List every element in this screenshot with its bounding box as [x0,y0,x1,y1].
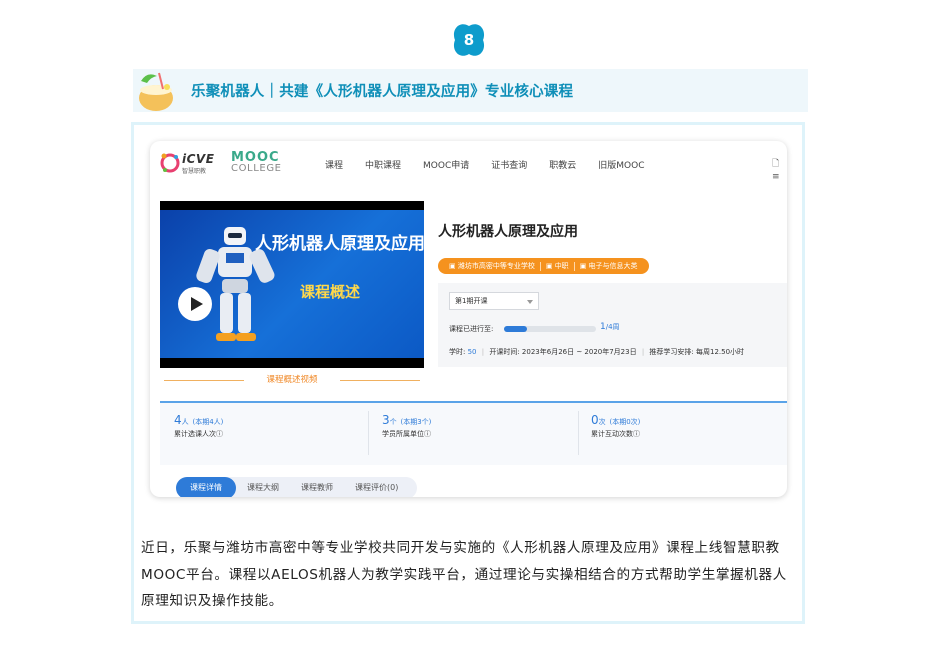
progress-total: /4周 [605,323,620,331]
session-select[interactable]: 第1期开课 [449,292,539,310]
stat-note: (本期0次) [609,418,641,426]
course-meta: 学时: 50 | 开课时间: 2023年6月26日 ~ 2020年7月23日 |… [449,347,744,357]
video-subtitle: 课程概述 [300,283,361,301]
course-video-player[interactable]: 人形机器人原理及应用 课程概述 [160,201,424,368]
course-period: 开课时间: 2023年6月26日 ~ 2020年7月23日 [489,348,637,356]
session-select-value: 第1期开课 [455,297,488,305]
stat-institutions: 3个 (本期3个) 学员所属单位ⓘ [382,413,431,439]
icve-logo-icon [160,153,180,173]
mooc-college-logo: MOOC COLLEGE [231,150,282,174]
icve-logo-text: iCVE [182,152,215,166]
video-bottom-bar [160,358,424,368]
stat-enrollments: 4人 (本期4人) 累计选课人次ⓘ [174,413,223,439]
hours-value: 50 [467,348,477,356]
tag-level-text: 中职 [554,262,569,270]
meta-divider: | [641,348,645,356]
video-caption: 课程概述视频 [160,373,424,387]
nav-item-zhijiaoyun[interactable]: 职教云 [549,158,576,171]
tab-outline[interactable]: 课程大纲 [236,477,290,497]
video-caption-text: 课程概述视频 [266,375,318,385]
nav-item-courses[interactable]: 课程 [325,158,343,171]
nav-item-old-mooc[interactable]: 旧版MOOC [598,158,644,171]
college-logo-text: COLLEGE [231,163,282,174]
stat-desc: 累计互动次数ⓘ [591,430,640,438]
course-tags: ▣ 潍坊市高密中等专业学校 ▣ 中职 ▣ 电子与信息大类 [438,258,649,274]
stat-unit: 个 [389,418,397,426]
stat-count: 0 [591,413,599,427]
stat-desc: 学员所属单位ⓘ [382,430,431,438]
tag-category[interactable]: ▣ 电子与信息大类 [575,261,643,271]
tag-level[interactable]: ▣ 中职 [541,261,574,271]
section-number-badge: 8 [451,22,487,58]
progress-bar [504,326,596,332]
play-icon[interactable] [178,287,212,321]
tab-teachers[interactable]: 课程教师 [290,477,344,497]
course-tabs: 课程详情 课程大纲 课程教师 课程评价(0) [176,477,418,497]
tag-category-text: 电子与信息大类 [588,262,638,270]
icve-logo: iCVE 智慧职教 [160,152,214,178]
stat-note: (本期4人) [192,418,224,426]
nav-item-secondary-courses[interactable]: 中职课程 [365,158,401,171]
coconut-drink-icon [133,67,179,113]
stat-count: 3 [382,413,390,427]
stat-desc: 累计选课人次ⓘ [174,430,223,438]
chevron-down-icon [527,300,533,304]
nav-item-certificate[interactable]: 证书查询 [491,158,527,171]
progress-bar-fill [504,326,527,332]
course-info-box: 第1期开课 课程已进行至: 1/4周 学时: 50 | 开课时间: 2023年6… [438,283,787,367]
course-schedule: 推荐学习安排: 每周12.50小时 [649,348,745,356]
meta-divider: | [481,348,485,356]
course-page-screenshot: iCVE 智慧职教 MOOC COLLEGE 课程 中职课程 MOOC申请 证书… [150,141,787,497]
tag-school[interactable]: ▣ 潍坊市高密中等专业学校 [444,261,540,271]
video-title: 人形机器人原理及应用 [255,234,424,254]
tab-reviews[interactable]: 课程评价(0) [344,477,409,497]
stat-count: 4 [174,413,182,427]
section-heading: 乐聚机器人｜共建《人形机器人原理及应用》专业核心课程 [191,84,574,100]
stat-unit: 人 [181,418,189,426]
stat-divider [368,411,369,455]
nav-item-mooc-apply[interactable]: MOOC申请 [423,158,469,171]
section-number: 8 [463,31,475,49]
tab-details[interactable]: 课程详情 [176,477,236,497]
course-title: 人形机器人原理及应用 [438,224,578,240]
stat-interactions: 0次 (本期0次) 累计互动次数ⓘ [591,413,640,439]
hours-label: 学时: [449,348,466,356]
nav-right-icon[interactable]: 🗋 ≡ [772,156,787,182]
stat-note: (本期3个) [400,418,432,426]
tag-school-text: 潍坊市高密中等专业学校 [457,262,535,270]
course-stats: 4人 (本期4人) 累计选课人次ⓘ 3个 (本期3个) 学员所属单位ⓘ 0次 (… [160,401,787,465]
top-nav: iCVE 智慧职教 MOOC COLLEGE 课程 中职课程 MOOC申请 证书… [150,141,787,187]
progress-label: 课程已进行至: [449,325,494,333]
video-top-bar [160,201,424,210]
article-paragraph: 近日，乐聚与潍坊市高密中等专业学校共同开发与实施的《人形机器人原理及应用》课程上… [141,540,787,609]
progress-text: 1/4周 [600,322,620,332]
icve-logo-subtext: 智慧职教 [182,168,207,175]
stat-divider [578,411,579,455]
stat-unit: 次 [598,418,606,426]
nav-menu: 课程 中职课程 MOOC申请 证书查询 职教云 旧版MOOC [325,158,667,171]
